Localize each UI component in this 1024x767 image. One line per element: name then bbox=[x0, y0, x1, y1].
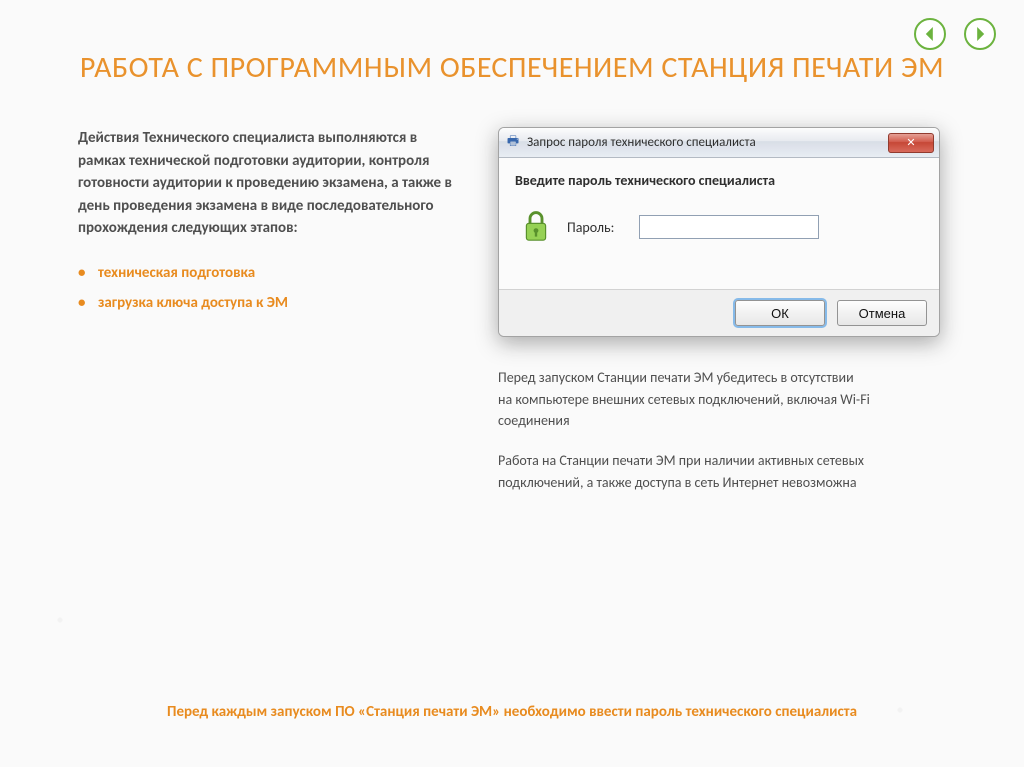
right-column: 🖶 Запрос пароля технического специалиста… bbox=[498, 127, 974, 511]
dialog-title: Запрос пароля технического специалиста bbox=[527, 135, 756, 150]
right-notes: Перед запуском Станции печати ЭМ убедите… bbox=[498, 367, 928, 493]
chevron-left-icon bbox=[923, 27, 937, 41]
ok-button[interactable]: ОК bbox=[735, 300, 825, 326]
cancel-button[interactable]: Отмена bbox=[837, 300, 927, 326]
prev-button[interactable] bbox=[914, 18, 946, 50]
close-icon: ✕ bbox=[906, 136, 915, 149]
intro-text: Действия Технического специалиста выполн… bbox=[78, 127, 468, 240]
next-button[interactable] bbox=[964, 18, 996, 50]
footer-note: Перед каждым запуском ПО «Станция печати… bbox=[0, 701, 1024, 724]
dialog-titlebar: 🖶 Запрос пароля технического специалиста… bbox=[499, 128, 939, 158]
nav-buttons bbox=[914, 18, 996, 50]
close-button[interactable]: ✕ bbox=[888, 133, 934, 153]
note-paragraph: Перед запуском Станции печати ЭМ убедите… bbox=[498, 367, 928, 432]
password-input[interactable] bbox=[639, 215, 819, 239]
content-row: Действия Технического специалиста выполн… bbox=[0, 87, 1024, 511]
left-column: Действия Технического специалиста выполн… bbox=[78, 127, 468, 511]
note-paragraph: Работа на Станции печати ЭМ при наличии … bbox=[498, 450, 928, 493]
bullet-item: загрузка ключа доступа к ЭМ bbox=[78, 292, 468, 315]
note-line: на компьютере внешних сетевых подключени… bbox=[498, 391, 870, 430]
password-label: Пароль: bbox=[567, 219, 625, 236]
printer-icon: 🖶 bbox=[505, 135, 521, 151]
dialog-buttons: ОК Отмена bbox=[499, 289, 939, 336]
bullet-item: техническая подготовка bbox=[78, 262, 468, 285]
dialog-body: Введите пароль технического специалиста … bbox=[499, 158, 939, 289]
note-line: Перед запуском Станции печати ЭМ убедите… bbox=[498, 369, 854, 386]
password-dialog: 🖶 Запрос пароля технического специалиста… bbox=[498, 127, 940, 337]
chevron-right-icon bbox=[973, 27, 987, 41]
bullet-list: техническая подготовка загрузка ключа до… bbox=[78, 262, 468, 315]
dialog-prompt: Введите пароль технического специалиста bbox=[515, 172, 923, 189]
password-row: Пароль: bbox=[515, 207, 923, 247]
page-title: РАБОТА С ПРОГРАММНЫМ ОБЕСПЕЧЕНИЕМ СТАНЦИ… bbox=[0, 0, 1024, 87]
lock-icon bbox=[519, 207, 553, 247]
